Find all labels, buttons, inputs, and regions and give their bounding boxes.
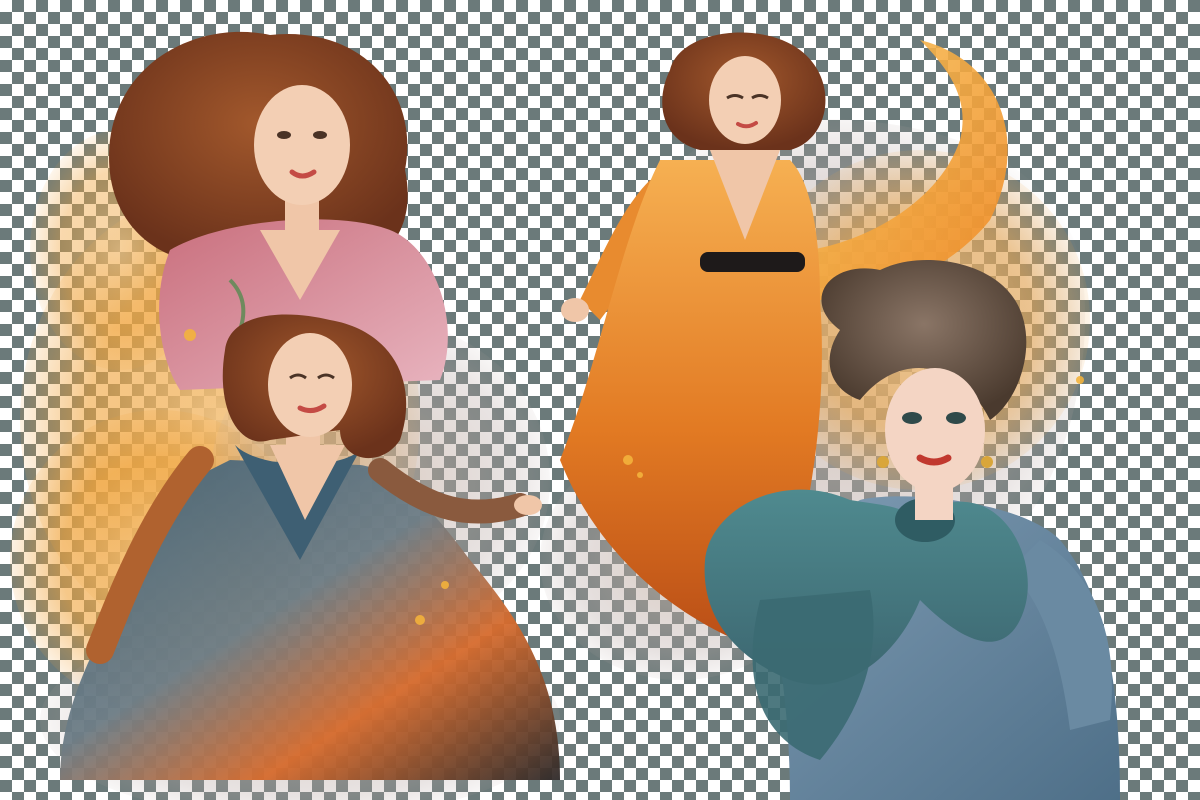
watercolor-illustration [10,31,1120,800]
illustration-canvas [0,0,1200,800]
